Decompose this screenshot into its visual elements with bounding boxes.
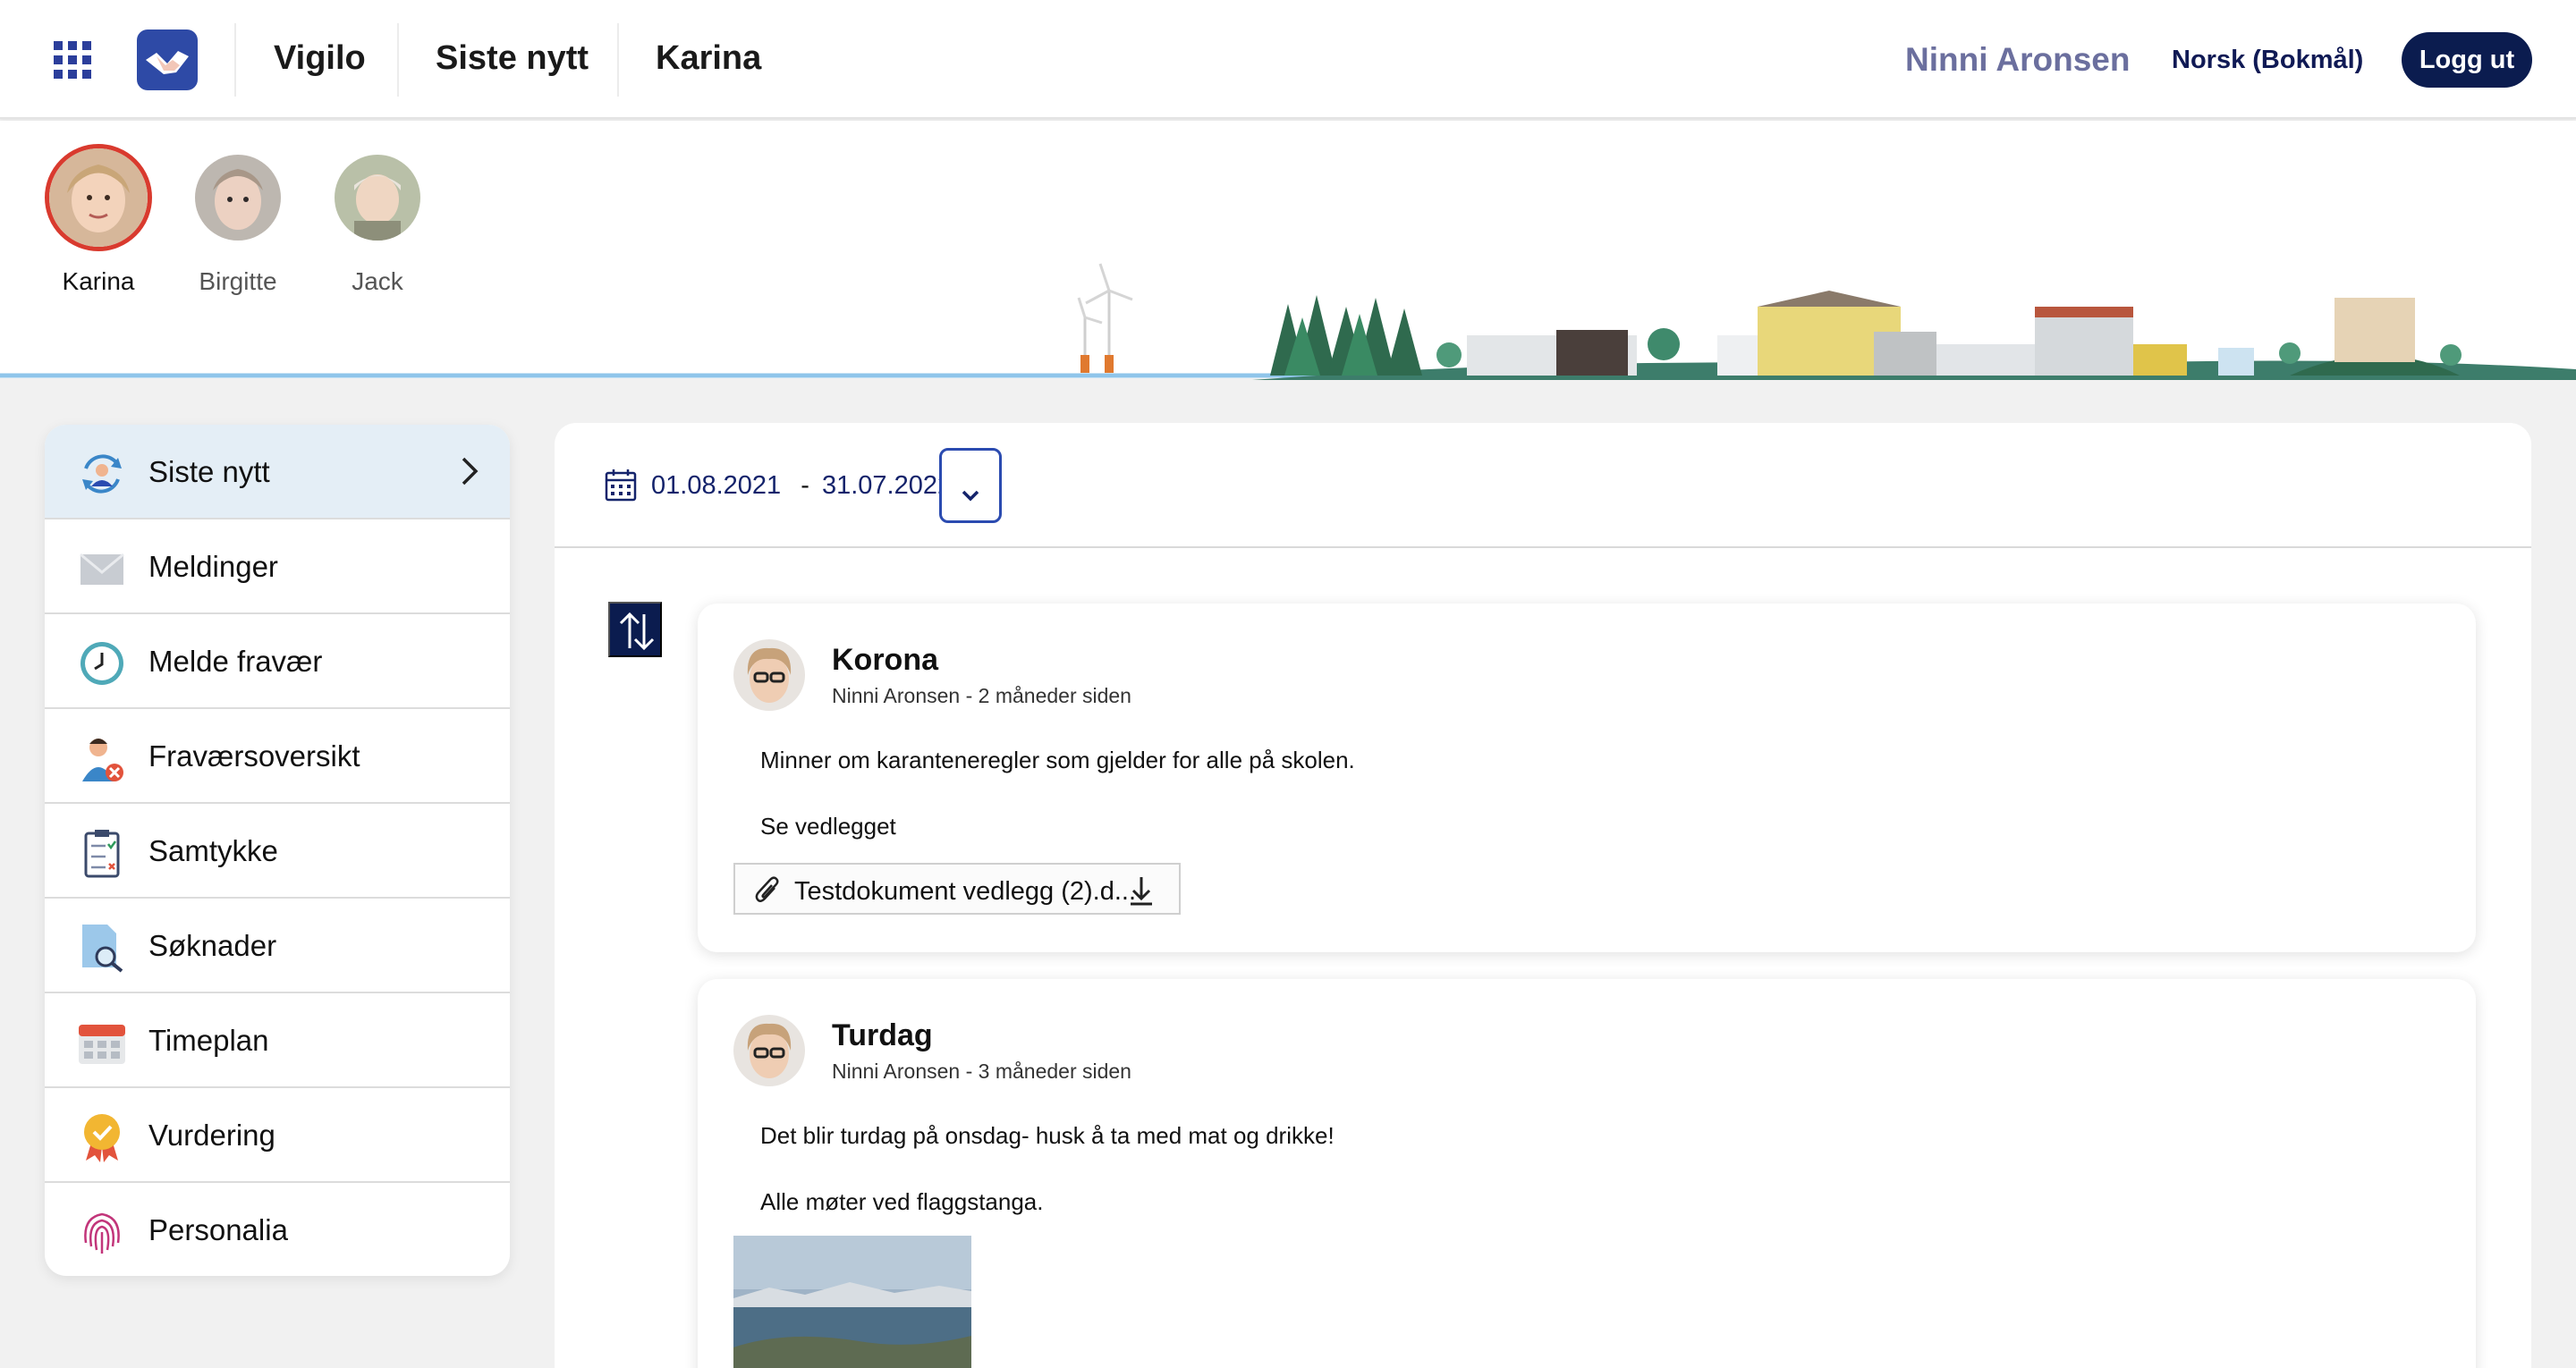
attachment-link[interactable]: Testdokument vedlegg (2).d... <box>733 863 1181 915</box>
child-avatar <box>45 144 152 251</box>
nav-divider <box>617 23 619 97</box>
child-avatar <box>335 155 420 241</box>
sidebar-item-label: Samtykke <box>148 834 278 867</box>
nav-divider <box>234 23 236 97</box>
sidebar-item-label: Personalia <box>148 1213 288 1246</box>
child-avatar <box>195 155 281 241</box>
calendar-small-icon <box>605 469 637 502</box>
nav-link-siste-nytt[interactable]: Siste nytt <box>436 39 589 78</box>
town-skyline-illustration <box>0 263 2576 380</box>
award-badge-icon <box>84 1114 120 1162</box>
chevron-down-icon <box>962 490 979 502</box>
fingerprint-icon <box>84 1212 120 1254</box>
user-name-link[interactable]: Ninni Aronsen <box>1905 41 2130 79</box>
date-filter-bar: 01.08.2021 - 31.07.2022 <box>555 423 2531 548</box>
sidebar-item-siste-nytt[interactable]: Siste nytt <box>45 425 510 519</box>
date-from: 01.08.2021 <box>651 471 782 500</box>
sidebar-item-label: Meldinger <box>148 550 278 583</box>
vigilo-logo[interactable] <box>137 30 198 90</box>
sidebar-menu: Siste nytt Meldinger Melde fravær Fravær… <box>45 425 510 1276</box>
date-range-dropdown-button[interactable] <box>939 448 1002 523</box>
top-bar: Vigilo Siste nytt Karina Ninni Aronsen N… <box>0 0 2576 119</box>
calendar-icon <box>79 1025 125 1064</box>
date-to: 31.07.2022 <box>821 471 953 500</box>
clipboard-checklist-icon <box>84 830 120 878</box>
nav-divider <box>397 23 399 97</box>
absence-person-icon <box>82 739 123 781</box>
sidebar-item-label: Siste nytt <box>148 455 270 488</box>
post-image[interactable] <box>733 1236 971 1368</box>
children-banner: Karina Birgitte Jack <box>0 121 2576 380</box>
news-feed-panel: 01.08.2021 - 31.07.2022 Korona Ninni Aro… <box>555 423 2531 1368</box>
author-avatar <box>733 639 805 711</box>
news-post: Korona Ninni Aronsen - 2 måneder siden M… <box>698 604 2476 952</box>
post-title: Turdag <box>832 1018 933 1052</box>
news-post: Turdag Ninni Aronsen - 3 måneder siden D… <box>698 979 2476 1368</box>
sort-order-button[interactable] <box>608 602 662 657</box>
post-meta: Ninni Aronsen - 2 måneder siden <box>832 684 1131 707</box>
document-search-icon <box>82 925 123 973</box>
post-body-text: Minner om karanteneregler som gjelder fo… <box>760 747 1355 773</box>
attachment-filename: Testdokument vedlegg (2).d... <box>794 877 1137 906</box>
nav-link-karina[interactable]: Karina <box>656 39 761 78</box>
post-title: Korona <box>832 643 938 677</box>
sidebar-item-samtykke[interactable]: Samtykke <box>45 804 510 899</box>
sidebar-item-fravaersoversikt[interactable]: Fraværsoversikt <box>45 709 510 804</box>
clock-icon <box>80 642 123 685</box>
sidebar-item-vurdering[interactable]: Vurdering <box>45 1088 510 1183</box>
logout-button[interactable]: Logg ut <box>2402 32 2532 88</box>
post-body-text: Det blir turdag på onsdag- husk å ta med… <box>760 1122 1335 1149</box>
sidebar-item-label: Søknader <box>148 929 277 962</box>
date-separator: - <box>801 471 809 500</box>
news-refresh-icon <box>82 454 122 494</box>
language-selector[interactable]: Norsk (Bokmål) <box>2172 46 2363 75</box>
sidebar-item-label: Timeplan <box>148 1024 269 1057</box>
post-body-text: Alle møter ved flaggstanga. <box>760 1188 1044 1215</box>
nav-link-vigilo[interactable]: Vigilo <box>274 39 366 78</box>
post-meta: Ninni Aronsen - 3 måneder siden <box>832 1060 1131 1083</box>
sidebar-item-melde-fravaer[interactable]: Melde fravær <box>45 614 510 709</box>
sidebar-item-personalia[interactable]: Personalia <box>45 1183 510 1276</box>
post-body-text: Se vedlegget <box>760 813 896 840</box>
envelope-icon <box>80 553 124 585</box>
sidebar-item-label: Melde fravær <box>148 645 323 678</box>
sidebar-item-label: Fraværsoversikt <box>148 739 360 773</box>
chevron-right-icon <box>462 457 479 486</box>
sidebar-item-soknader[interactable]: Søknader <box>45 899 510 993</box>
sidebar-item-meldinger[interactable]: Meldinger <box>45 519 510 614</box>
sort-arrows-icon <box>619 612 655 651</box>
author-avatar <box>733 1015 805 1086</box>
app-grid-icon[interactable] <box>54 41 91 79</box>
sidebar-item-timeplan[interactable]: Timeplan <box>45 993 510 1088</box>
sidebar-item-label: Vurdering <box>148 1119 275 1152</box>
date-range[interactable]: 01.08.2021 - 31.07.2022 <box>651 471 952 501</box>
download-icon[interactable] <box>1125 874 1157 908</box>
paperclip-icon <box>755 876 779 902</box>
